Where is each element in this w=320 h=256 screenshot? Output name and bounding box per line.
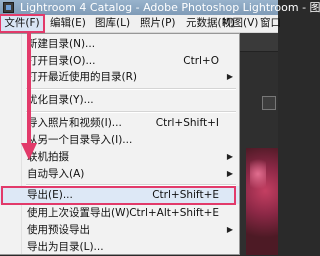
menu-item-export-as-catalog[interactable]: 导出为目录(L)... (0, 238, 239, 256)
photo-preview (246, 148, 278, 255)
menu-item-optimize-catalog[interactable]: 优化目录(Y)... (0, 91, 239, 109)
submenu-arrow-icon: ▶ (226, 72, 233, 81)
submenu-arrow-icon: ▶ (226, 152, 233, 161)
menu-item-shortcut: Ctrl+Shift+E (152, 189, 219, 201)
menu-item-shortcut: Ctrl+Alt+Shift+E (129, 207, 219, 219)
menu-item-label: 从另一个目录导入(I)... (27, 134, 133, 146)
menu-item-label: 导入照片和视频(I)... (27, 117, 122, 129)
menu-item-shortcut: Ctrl+Shift+I (155, 117, 219, 129)
submenu-arrow-icon: ▶ (226, 225, 233, 234)
menu-item-export-previous[interactable]: 使用上次设置导出(W) Ctrl+Alt+Shift+E (0, 204, 239, 222)
menu-photo[interactable]: 照片(P) (140, 15, 176, 32)
menu-view[interactable]: 视图(V) (222, 15, 258, 32)
lightroom-app-icon (3, 2, 14, 13)
menu-separator (26, 88, 236, 90)
menu-item-open-recent[interactable]: 打开最近使用的目录(R) ▶ (0, 68, 239, 86)
menu-separator (26, 111, 236, 113)
menu-item-label: 打开最近使用的目录(R) (27, 71, 137, 83)
submenu-arrow-icon: ▶ (226, 169, 233, 178)
menu-file[interactable]: 文件(F) (0, 14, 45, 33)
menu-item-label: 优化目录(Y)... (27, 94, 94, 106)
menu-item-label: 导出为目录(L)... (27, 241, 104, 253)
menu-item-auto-import[interactable]: 自动导入(A) ▶ (0, 165, 239, 183)
menu-library[interactable]: 图库(L) (95, 15, 130, 32)
panel-toggle-box[interactable] (262, 96, 276, 110)
menu-item-tethered-capture[interactable]: 联机拍摄 ▶ (0, 148, 239, 166)
menu-item-label: 使用预设导出 (27, 224, 90, 236)
menu-item-export-preset[interactable]: 使用预设导出 ▶ (0, 221, 239, 239)
menubar: 文件(F) 编辑(E) 图库(L) 照片(P) 元数据(M) 视图(V) 窗口 (0, 14, 281, 33)
menu-window[interactable]: 窗口 (260, 15, 281, 32)
file-menu-dropdown: 新建目录(N)... 打开目录(O)... Ctrl+O 打开最近使用的目录(R… (0, 33, 240, 255)
menu-item-export[interactable]: 导出(E)... Ctrl+Shift+E (0, 186, 239, 205)
menu-item-label: 联机拍摄 (27, 151, 69, 163)
menu-item-label: 使用上次设置导出(W) (27, 207, 130, 219)
menu-edit[interactable]: 编辑(E) (50, 15, 86, 32)
window-titlebar: Lightroom 4 Catalog - Adobe Photoshop Li… (0, 0, 320, 15)
menu-item-label: 自动导入(A) (27, 168, 85, 180)
window-title: Lightroom 4 Catalog - Adobe Photoshop Li… (20, 1, 320, 14)
menu-item-label: 导出(E)... (27, 189, 73, 201)
menu-item-import-from-catalog[interactable]: 从另一个目录导入(I)... (0, 131, 239, 149)
menu-item-new-catalog[interactable]: 新建目录(N)... (0, 35, 239, 53)
menu-item-import-photos[interactable]: 导入照片和视频(I)... Ctrl+Shift+I (0, 114, 239, 132)
menu-item-label: 新建目录(N)... (27, 38, 96, 50)
